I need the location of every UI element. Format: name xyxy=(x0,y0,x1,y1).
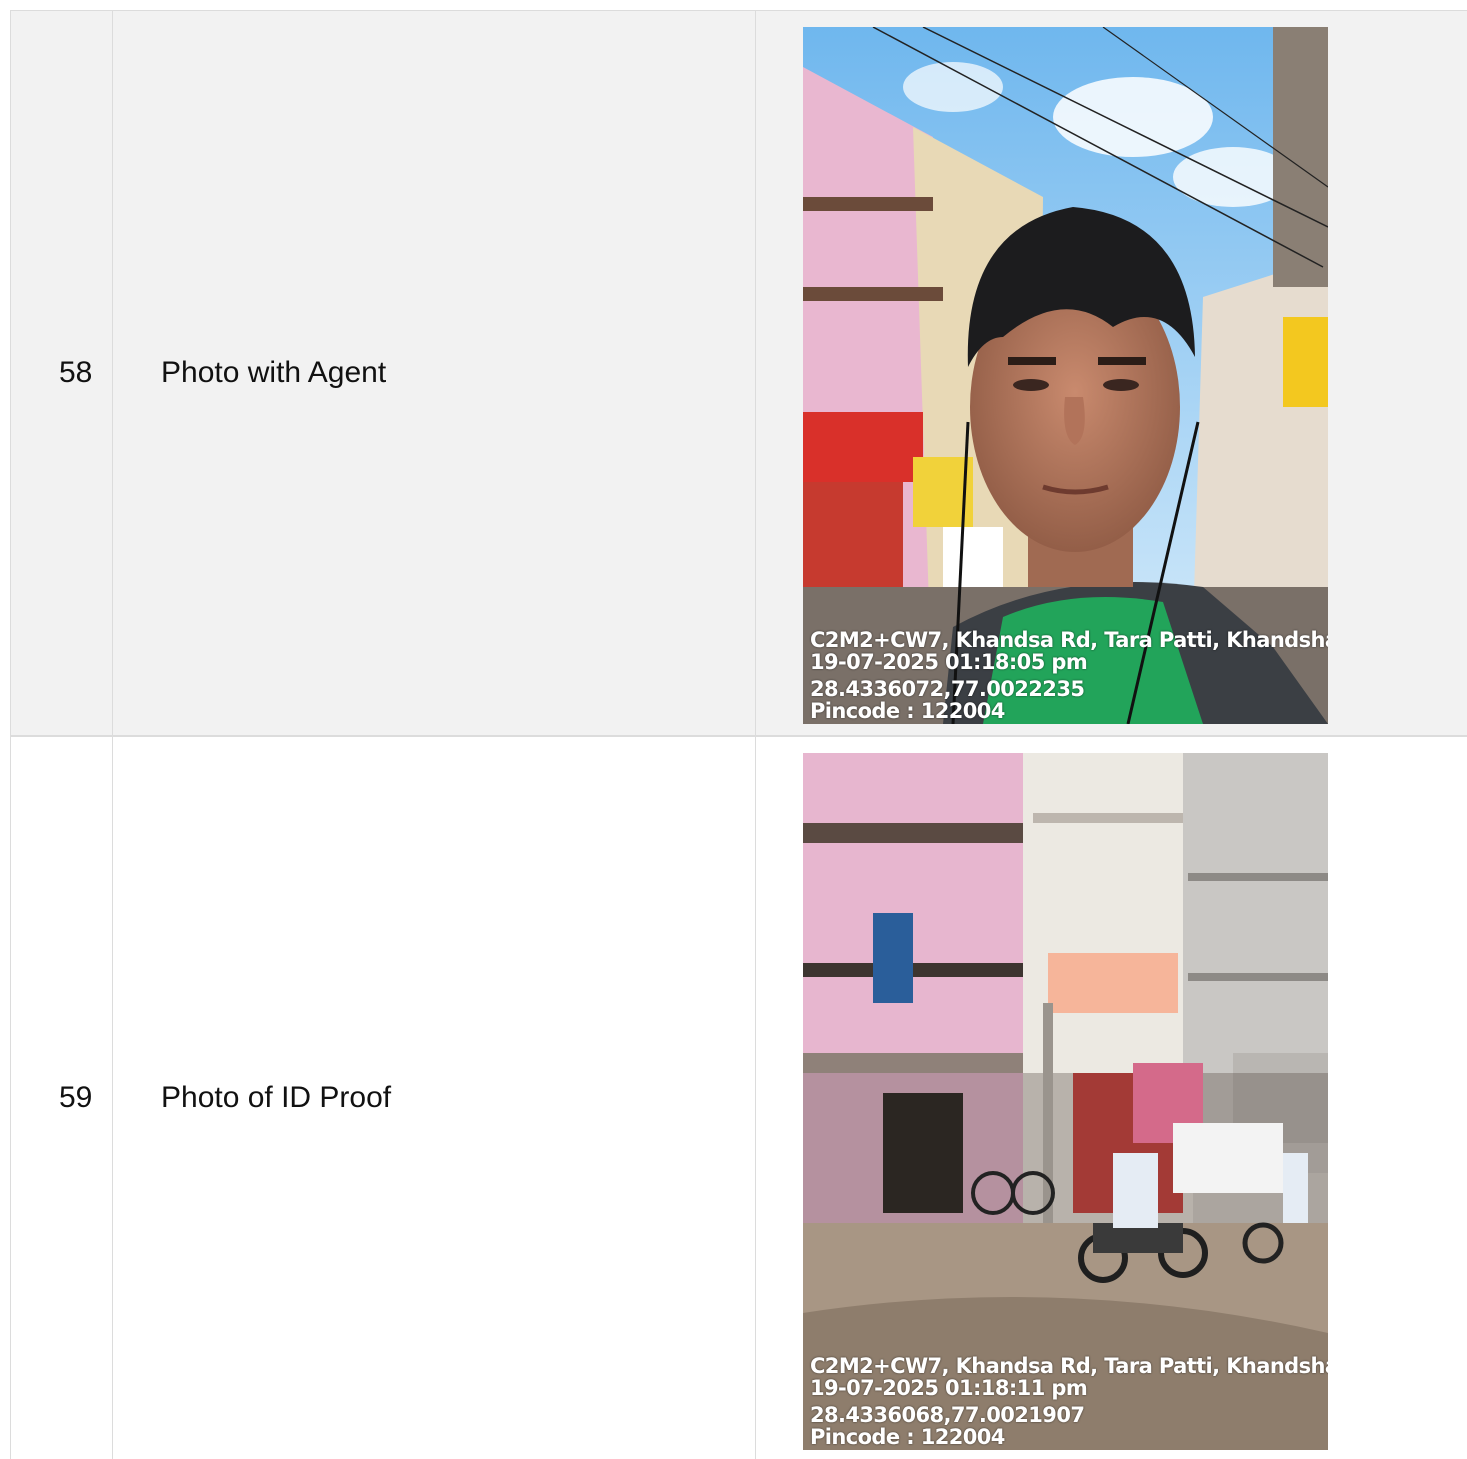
row-number: 58 xyxy=(59,356,93,389)
row-number-cell: 58 xyxy=(10,11,112,735)
row-photo-cell: C2M2+CW7, Khandsa Rd, Tara Patti, Khands… xyxy=(755,737,1467,1459)
geotag-datetime: 19-07-2025 01:18:11 pm xyxy=(810,1376,1088,1400)
table-row: 59 Photo of ID Proof C2M2+CW7, Khandsa R… xyxy=(10,736,1467,1459)
table-row: 58 Photo with Agent C2M2+CW7, Khandsa Rd… xyxy=(10,10,1467,736)
row-photo-cell: C2M2+CW7, Khandsa Rd, Tara Patti, Khands… xyxy=(755,11,1467,735)
photo-geotag-overlay: C2M2+CW7, Khandsa Rd, Tara Patti, Khands… xyxy=(810,629,1328,722)
report-table: 58 Photo with Agent C2M2+CW7, Khandsa Rd… xyxy=(10,10,1467,1459)
agent-selfie-photo: C2M2+CW7, Khandsa Rd, Tara Patti, Khands… xyxy=(803,27,1328,724)
row-number-cell: 59 xyxy=(10,737,112,1459)
id-proof-photo: C2M2+CW7, Khandsa Rd, Tara Patti, Khands… xyxy=(803,753,1328,1450)
street-buildings-image xyxy=(803,753,1328,1450)
geotag-coordinates: 28.4336072,77.0022235 xyxy=(810,677,1085,701)
row-number: 59 xyxy=(59,1081,93,1114)
geotag-pincode: Pincode : 122004 xyxy=(810,1425,1005,1449)
row-label: Photo with Agent xyxy=(161,356,387,389)
row-label-cell: Photo of ID Proof xyxy=(112,737,755,1459)
selfie-street-scene-image xyxy=(803,27,1328,724)
photo-geotag-overlay: C2M2+CW7, Khandsa Rd, Tara Patti, Khands… xyxy=(810,1355,1328,1448)
geotag-datetime: 19-07-2025 01:18:05 pm xyxy=(810,650,1088,674)
row-label: Photo of ID Proof xyxy=(161,1081,392,1114)
geotag-coordinates: 28.4336068,77.0021907 xyxy=(810,1403,1085,1427)
row-label-cell: Photo with Agent xyxy=(112,11,755,735)
geotag-address: C2M2+CW7, Khandsa Rd, Tara Patti, Khands… xyxy=(810,628,1328,652)
geotag-address: C2M2+CW7, Khandsa Rd, Tara Patti, Khands… xyxy=(810,1354,1328,1378)
geotag-pincode: Pincode : 122004 xyxy=(810,699,1005,723)
